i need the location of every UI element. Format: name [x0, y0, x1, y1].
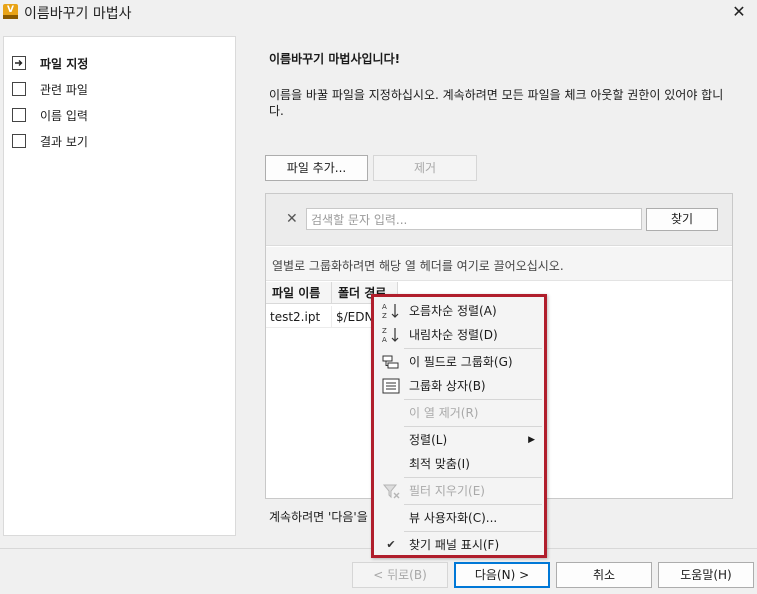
page-description: 이름을 바꿀 파일을 지정하십시오. 계속하려면 모든 파일을 체크 아웃할 권…	[269, 88, 724, 118]
page-heading: 이름바꾸기 마법사입니다!	[269, 52, 401, 66]
step-label: 관련 파일	[40, 82, 88, 97]
menu-item-group-box[interactable]: 그룹화 상자(B)	[377, 374, 541, 398]
svg-text:A: A	[382, 336, 387, 344]
menu-item-sort-submenu[interactable]: 정렬(L) ▶	[377, 428, 541, 452]
table-cell-file-name[interactable]: test2.ipt	[266, 306, 332, 328]
step-label: 이름 입력	[40, 108, 88, 123]
group-box-icon	[381, 376, 401, 396]
find-panel: ✕ 검색할 문자 입력... 찾기	[266, 194, 732, 246]
svg-text:Z: Z	[382, 312, 387, 320]
menu-divider	[404, 399, 542, 400]
svg-text:Z: Z	[382, 327, 387, 335]
menu-item-customize-view[interactable]: 뷰 사용자화(C)...	[377, 506, 541, 530]
group-by-field-icon	[381, 352, 401, 372]
table-cell-folder-path[interactable]: $/EDN	[332, 306, 373, 328]
cancel-button[interactable]: 취소	[556, 562, 652, 588]
help-button[interactable]: 도움말(H)	[658, 562, 754, 588]
menu-divider	[404, 477, 542, 478]
step-item-view-results: 결과 보기	[12, 132, 88, 150]
group-panel-hint[interactable]: 열별로 그룹화하려면 해당 열 헤더를 여기로 끌어오십시오.	[266, 247, 732, 281]
add-file-button[interactable]: 파일 추가...	[265, 155, 368, 181]
menu-item-clear-filter[interactable]: 필터 지우기(E)	[377, 479, 541, 503]
menu-divider	[404, 504, 542, 505]
menu-item-best-fit[interactable]: 최적 맞춤(I)	[377, 452, 541, 476]
menu-item-label: 오름차순 정렬(A)	[409, 304, 497, 318]
step-item-enter-name: 이름 입력	[12, 106, 88, 124]
continue-hint: 계속하려면 '다음'을	[269, 510, 368, 524]
step-checkbox	[12, 82, 26, 96]
menu-item-sort-descending[interactable]: ZA 내림차순 정렬(D)	[377, 323, 541, 347]
current-step-arrow-icon	[12, 56, 26, 70]
step-label: 파일 지정	[40, 56, 89, 71]
close-icon[interactable]: ✕	[726, 0, 752, 24]
menu-item-label: 필터 지우기(E)	[409, 484, 485, 498]
step-item-specify-files: 파일 지정	[12, 54, 88, 72]
app-logo-icon: V	[3, 4, 18, 19]
menu-item-label: 최적 맞춤(I)	[409, 457, 470, 471]
column-context-menu: AZ 오름차순 정렬(A) ZA 내림차순 정렬(D) 이 필드로 그룹화(G)…	[371, 294, 547, 558]
search-input[interactable]: 검색할 문자 입력...	[306, 208, 642, 230]
menu-divider	[404, 426, 542, 427]
sort-descending-icon: ZA	[381, 325, 401, 345]
menu-item-label: 내림차순 정렬(D)	[409, 328, 498, 342]
back-button[interactable]: < 뒤로(B)	[352, 562, 448, 588]
step-item-related-files: 관련 파일	[12, 80, 88, 98]
menu-item-label: 정렬(L)	[409, 433, 448, 447]
menu-item-label: 이 열 제거(R)	[409, 406, 479, 420]
menu-divider	[404, 531, 542, 532]
menu-item-show-find-panel[interactable]: ✔ 찾기 패널 표시(F)	[377, 533, 541, 557]
submenu-arrow-icon: ▶	[528, 435, 535, 445]
remove-button[interactable]: 제거	[373, 155, 477, 181]
menu-item-label: 이 필드로 그룹화(G)	[409, 355, 513, 369]
menu-item-label: 그룹화 상자(B)	[409, 379, 486, 393]
svg-text:A: A	[382, 303, 387, 311]
step-checkbox	[12, 108, 26, 122]
menu-item-sort-ascending[interactable]: AZ 오름차순 정렬(A)	[377, 299, 541, 323]
step-label: 결과 보기	[40, 134, 88, 149]
clear-filter-icon	[381, 481, 401, 501]
menu-item-label: 뷰 사용자화(C)...	[409, 511, 498, 525]
title-bar: V 이름바꾸기 마법사 ✕	[0, 0, 757, 24]
wizard-steps-panel: 파일 지정 관련 파일 이름 입력 결과 보기	[3, 36, 236, 536]
menu-item-group-by-field[interactable]: 이 필드로 그룹화(G)	[377, 350, 541, 374]
menu-divider	[404, 348, 542, 349]
menu-item-remove-column[interactable]: 이 열 제거(R)	[377, 401, 541, 425]
menu-item-label: 찾기 패널 표시(F)	[409, 538, 500, 552]
clear-search-icon[interactable]: ✕	[286, 211, 298, 227]
window-title: 이름바꾸기 마법사	[24, 6, 132, 22]
step-checkbox	[12, 134, 26, 148]
column-header-file-name[interactable]: 파일 이름	[266, 282, 332, 304]
sort-ascending-icon: AZ	[381, 301, 401, 321]
checkmark-icon: ✔	[386, 538, 396, 551]
next-button[interactable]: 다음(N) >	[454, 562, 550, 588]
find-button[interactable]: 찾기	[646, 208, 718, 231]
